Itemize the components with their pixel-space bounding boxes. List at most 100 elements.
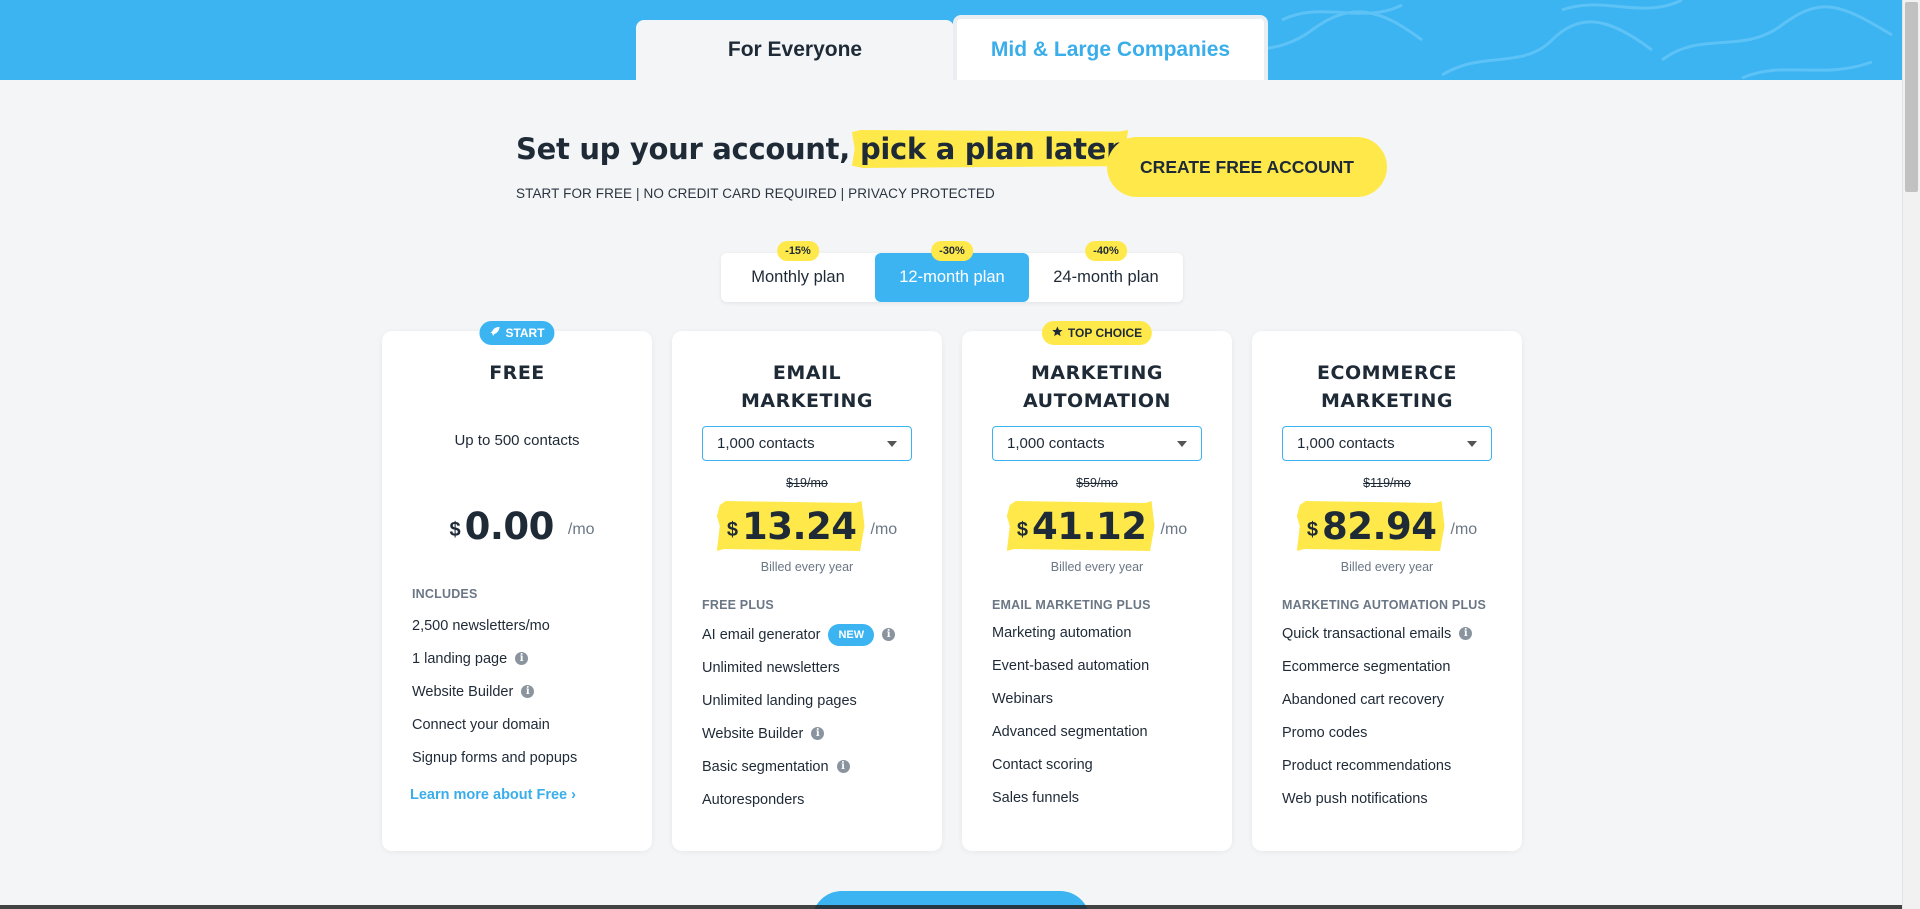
plan-card-free: START FREE Up to 500 contacts $ 0.00 /mo…	[382, 321, 652, 851]
features-heading: EMAIL MARKETING PLUS	[992, 598, 1151, 612]
list-item: Autoresponders	[702, 783, 922, 816]
scrollbar-thumb[interactable]	[1905, 2, 1918, 192]
top-choice-badge: TOP CHOICE	[1041, 321, 1153, 345]
contacts-select[interactable]: 1,000 contacts	[702, 426, 912, 461]
billing-note: Billed every year	[1340, 560, 1434, 574]
contacts-select[interactable]: 1,000 contacts	[1282, 426, 1492, 461]
contacts-select-value: 1,000 contacts	[1297, 435, 1395, 452]
rocket-icon	[489, 326, 500, 340]
chevron-down-icon	[1467, 440, 1477, 447]
list-item: Basic segmentation i	[702, 750, 922, 783]
contacts-select-value: 1,000 contacts	[717, 435, 815, 452]
feature-label: 2,500 newsletters/mo	[412, 617, 550, 634]
learn-more-free-link[interactable]: Learn more about Free ›	[410, 787, 576, 803]
list-item: Marketing automation	[992, 616, 1212, 649]
water-pattern	[1201, 0, 1893, 80]
star-icon	[1052, 326, 1063, 340]
price-period: /mo	[870, 521, 898, 538]
plan-card-email-marketing: EMAIL MARKETING 1,000 contacts $19/mo $ …	[672, 331, 942, 851]
feature-label: Promo codes	[1282, 724, 1368, 741]
list-item: Web push notifications	[1282, 782, 1502, 815]
currency-symbol: $	[726, 518, 738, 541]
price-period: /mo	[1160, 521, 1188, 538]
list-item: Connect your domain	[412, 708, 632, 741]
contacts-select-value: 1,000 contacts	[1007, 435, 1105, 452]
chevron-down-icon	[887, 440, 897, 447]
features-heading: FREE PLUS	[702, 598, 774, 612]
currency-symbol: $	[1306, 518, 1318, 541]
price-amount: 82.94	[1321, 505, 1437, 548]
page-bottom-edge	[0, 905, 1902, 909]
feature-label: Webinars	[992, 690, 1053, 707]
list-item: Contact scoring	[992, 748, 1212, 781]
price-period: /mo	[567, 521, 595, 538]
contacts-select[interactable]: 1,000 contacts	[992, 426, 1202, 461]
feature-list: AI email generator NEW i Unlimited newslet…	[702, 618, 922, 816]
billing-option-label: 12-month plan	[899, 268, 1005, 286]
billing-option-label: 24-month plan	[1053, 268, 1159, 286]
discount-badge: -30%	[931, 241, 973, 261]
page-scrollbar[interactable]	[1902, 0, 1920, 909]
billing-period-toggle: Monthly plan -15% 12-month plan -30% 24-…	[721, 241, 1183, 302]
info-icon[interactable]: i	[515, 652, 529, 665]
start-badge: START	[479, 321, 555, 345]
feature-label: Ecommerce segmentation	[1282, 658, 1451, 675]
plan-title: ECOMMERCE MARKETING	[1317, 362, 1457, 412]
feature-label: Abandoned cart recovery	[1282, 691, 1445, 708]
billing-note: Billed every year	[760, 560, 854, 574]
create-free-account-button[interactable]: CREATE FREE ACCOUNT	[1107, 137, 1387, 197]
price-amount: 41.12	[1031, 505, 1147, 548]
list-item: Signup forms and popups	[412, 741, 632, 774]
price-row: $ 0.00 /mo	[382, 501, 652, 551]
info-icon[interactable]: i	[811, 727, 825, 740]
list-item: Quick transactional emails i	[1282, 617, 1502, 650]
feature-label: Signup forms and popups	[412, 749, 578, 766]
feature-label: Website Builder	[702, 725, 804, 742]
price-row: $ 82.94 /mo	[1252, 501, 1522, 551]
feature-label: Unlimited landing pages	[702, 692, 857, 709]
feature-label: Marketing automation	[992, 624, 1132, 641]
new-badge: NEW	[828, 623, 875, 646]
list-item: Ecommerce segmentation	[1282, 650, 1502, 683]
feature-label: Contact scoring	[992, 756, 1093, 773]
currency-symbol: $	[449, 518, 461, 541]
old-price: $19/mo	[786, 476, 828, 490]
list-item: Abandoned cart recovery	[1282, 683, 1502, 716]
list-item: AI email generator NEW i	[702, 618, 922, 651]
feature-label: 1 landing page	[412, 650, 508, 667]
old-price: $59/mo	[1076, 476, 1118, 490]
billing-option-monthly[interactable]: Monthly plan -15%	[721, 241, 875, 302]
feature-label: Quick transactional emails	[1282, 625, 1452, 642]
badge-label: TOP CHOICE	[1067, 326, 1143, 340]
feature-label: Unlimited newsletters	[702, 659, 840, 676]
billing-option-label: Monthly plan	[751, 268, 845, 286]
headline-prefix: Set up your account,	[516, 132, 850, 166]
plan-title: MARKETING AUTOMATION	[1023, 362, 1171, 412]
info-icon[interactable]: i	[521, 685, 535, 698]
feature-label: Autoresponders	[702, 791, 805, 808]
discount-badge: -40%	[1085, 241, 1127, 261]
list-item: Website Builder i	[702, 717, 922, 750]
feature-list: Quick transactional emails i Ecommerce se…	[1282, 617, 1502, 815]
price-amount: 13.24	[741, 505, 857, 548]
list-item: Unlimited newsletters	[702, 651, 922, 684]
info-icon[interactable]: i	[882, 628, 896, 641]
billing-option-12-month[interactable]: 12-month plan -30%	[875, 241, 1029, 302]
billing-option-24-month[interactable]: 24-month plan -40%	[1029, 241, 1183, 302]
discount-badge: -15%	[777, 241, 819, 261]
features-heading: MARKETING AUTOMATION PLUS	[1282, 598, 1487, 612]
feature-label: Product recommendations	[1282, 757, 1452, 774]
price-amount: 0.00	[464, 505, 555, 548]
billing-note: Billed every year	[1050, 560, 1144, 574]
headline-subline: START FOR FREE | NO CREDIT CARD REQUIRED…	[516, 186, 995, 201]
list-item: Sales funnels	[992, 781, 1212, 814]
tab-mid-large-companies[interactable]: Mid & Large Companies	[953, 15, 1268, 80]
headline-highlight: pick a plan later	[851, 130, 1129, 168]
tab-for-everyone[interactable]: For Everyone	[636, 20, 954, 80]
feature-list: 2,500 newsletters/mo 1 landing page i Web…	[412, 609, 632, 774]
feature-label: Basic segmentation	[702, 758, 829, 775]
info-icon[interactable]: i	[1459, 627, 1473, 640]
list-item: Product recommendations	[1282, 749, 1502, 782]
info-icon[interactable]: i	[836, 760, 850, 773]
feature-label: Advanced segmentation	[992, 723, 1148, 740]
